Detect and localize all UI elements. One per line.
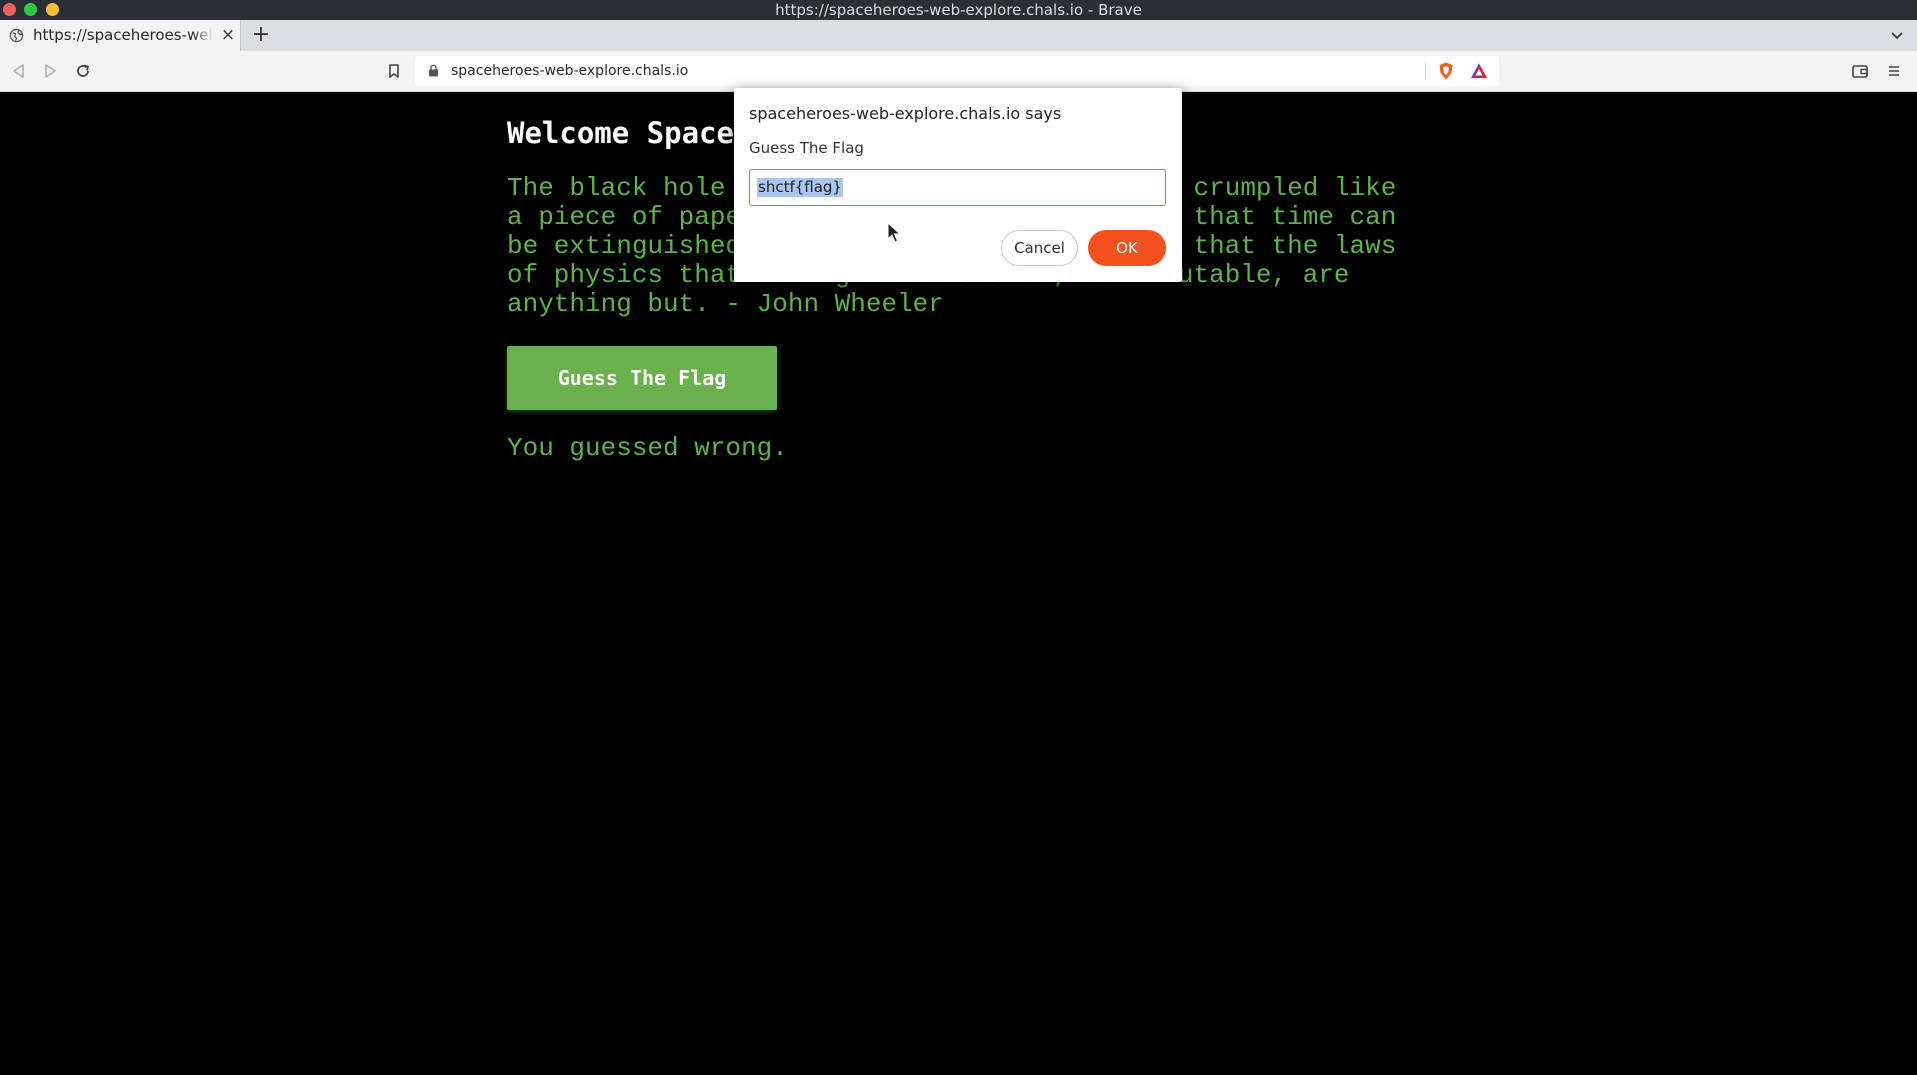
window-minimize-button[interactable] bbox=[46, 3, 59, 16]
brave-rewards-icon[interactable] bbox=[1469, 61, 1489, 81]
lock-icon[interactable] bbox=[428, 64, 439, 77]
wallet-icon[interactable] bbox=[1850, 61, 1870, 81]
tab-title: https://spaceheroes-web-explore.chals.io bbox=[33, 20, 213, 51]
window-titlebar: https://spaceheroes-web-explore.chals.io… bbox=[0, 0, 1917, 20]
tab-strip: https://spaceheroes-web-explore.chals.io… bbox=[0, 20, 1917, 51]
flag-input-value[interactable]: shctf{flag} bbox=[757, 178, 843, 197]
chevron-down-icon[interactable] bbox=[1887, 20, 1907, 51]
result-message: You guessed wrong. bbox=[507, 433, 788, 463]
mouse-cursor-icon bbox=[887, 222, 901, 243]
cancel-button[interactable]: Cancel bbox=[1001, 230, 1078, 266]
flag-input[interactable]: shctf{flag} bbox=[749, 169, 1166, 206]
dialog-origin: spaceheroes-web-explore.chals.io says bbox=[749, 104, 1062, 123]
reload-icon[interactable] bbox=[73, 61, 93, 81]
window-title: https://spaceheroes-web-explore.chals.io… bbox=[775, 1, 1142, 19]
url-text[interactable]: spaceheroes-web-explore.chals.io bbox=[451, 56, 688, 86]
hamburger-menu-icon[interactable] bbox=[1884, 61, 1904, 81]
forward-arrow-icon[interactable] bbox=[40, 61, 60, 81]
window-close-button[interactable] bbox=[3, 3, 16, 16]
brave-shields-icon[interactable] bbox=[1436, 61, 1456, 81]
bookmark-icon[interactable] bbox=[384, 61, 404, 81]
tab-close-icon[interactable]: × bbox=[220, 20, 236, 51]
address-bar[interactable]: spaceheroes-web-explore.chals.io bbox=[415, 56, 1499, 86]
browser-toolbar: spaceheroes-web-explore.chals.io bbox=[0, 51, 1917, 92]
window-maximize-button[interactable] bbox=[24, 3, 37, 16]
page-heading: Welcome Space bbox=[507, 116, 734, 150]
dialog-message: Guess The Flag bbox=[749, 139, 864, 157]
new-tab-button[interactable]: + bbox=[251, 20, 271, 51]
ok-button[interactable]: OK bbox=[1088, 230, 1166, 266]
browser-tab[interactable]: https://spaceheroes-web-explore.chals.io… bbox=[0, 20, 241, 51]
address-bar-divider bbox=[1425, 63, 1426, 80]
globe-icon bbox=[9, 28, 24, 43]
guess-flag-button[interactable]: Guess The Flag bbox=[507, 346, 777, 410]
prompt-dialog: spaceheroes-web-explore.chals.io says Gu… bbox=[734, 88, 1182, 282]
back-arrow-icon[interactable] bbox=[9, 61, 29, 81]
